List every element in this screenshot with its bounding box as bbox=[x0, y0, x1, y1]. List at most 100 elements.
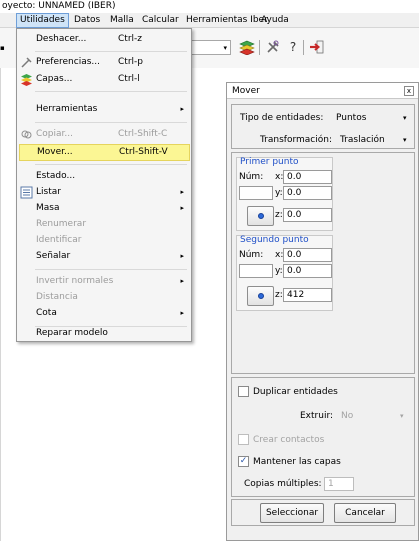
menu-utilidades[interactable]: Utilidades bbox=[16, 13, 69, 28]
submenu-arrow-icon: ▸ bbox=[180, 188, 184, 196]
menu-calcular[interactable]: Calcular bbox=[139, 13, 182, 28]
menu-item-shortcut: Ctrl-Shift-V bbox=[119, 147, 168, 157]
help-icon[interactable]: ? bbox=[285, 39, 301, 55]
list-icon bbox=[20, 186, 33, 199]
toolbar-separator bbox=[303, 40, 304, 55]
menu-ayuda[interactable]: Ayuda bbox=[258, 13, 292, 28]
menu-item-senalar[interactable]: Señalar ▸ bbox=[18, 248, 190, 265]
menu-item-listar[interactable]: Listar ▸ bbox=[18, 184, 190, 201]
menu-item-label: Mover... bbox=[37, 147, 73, 157]
menu-item-shortcut: Ctrl-Shift-C bbox=[118, 129, 168, 139]
menu-item-label: Herramientas bbox=[36, 104, 98, 114]
menu-item-label: Reparar modelo bbox=[36, 328, 108, 338]
menu-item-masa[interactable]: Masa ▸ bbox=[18, 200, 190, 217]
cancel-button[interactable]: Cancelar bbox=[334, 503, 396, 523]
second-point-title: Segundo punto bbox=[240, 235, 309, 245]
pick-second-point-button[interactable] bbox=[247, 286, 274, 306]
menu-item-label: Copiar... bbox=[36, 129, 73, 139]
point-icon bbox=[258, 213, 264, 219]
menu-separator bbox=[35, 51, 187, 52]
layers-icon bbox=[20, 73, 33, 86]
menu-item-renumerar: Renumerar bbox=[18, 216, 190, 233]
first-point-group: Primer punto Núm: x: 0.0 y: 0.0 z: 0.0 bbox=[236, 157, 333, 231]
second-point-z-input[interactable]: 412 bbox=[283, 288, 332, 302]
menu-item-reparar-modelo[interactable]: Reparar modelo bbox=[18, 325, 190, 342]
num-label: Núm: bbox=[239, 172, 264, 182]
toolbar-separator bbox=[259, 40, 260, 55]
chevron-down-icon[interactable]: ▾ bbox=[403, 114, 407, 122]
menu-item-copiar: Copiar... Ctrl-Shift-C bbox=[18, 126, 190, 143]
panel-title-text: Mover bbox=[232, 86, 260, 96]
menu-item-label: Estado... bbox=[36, 171, 76, 181]
menu-item-label: Renumerar bbox=[36, 219, 87, 229]
chevron-down-icon[interactable]: ▾ bbox=[403, 136, 407, 144]
submenu-arrow-icon: ▸ bbox=[180, 252, 184, 260]
copies-label: Copias múltiples: bbox=[244, 479, 322, 489]
second-point-group: Segundo punto Núm: x: 0.0 y: 0.0 z: 412 bbox=[236, 235, 333, 311]
toolbar-grip-icon: ▪ bbox=[0, 44, 5, 52]
first-point-y-input[interactable]: 0.0 bbox=[283, 186, 332, 200]
menu-item-invertir-normales: Invertir normales ▸ bbox=[18, 273, 190, 290]
mover-panel: Mover x Tipo de entidades: Puntos ▾ Tran… bbox=[226, 82, 419, 541]
point-icon bbox=[258, 293, 264, 299]
menu-item-estado[interactable]: Estado... bbox=[18, 168, 190, 185]
exit-icon[interactable] bbox=[309, 39, 325, 55]
menu-item-label: Capas... bbox=[36, 74, 73, 84]
menu-malla[interactable]: Malla bbox=[107, 13, 137, 28]
menu-item-label: Señalar bbox=[36, 251, 71, 261]
layers-icon[interactable] bbox=[239, 39, 255, 56]
menu-item-identificar: Identificar bbox=[18, 232, 190, 249]
menu-item-label: Listar bbox=[36, 187, 61, 197]
menu-datos[interactable]: Datos bbox=[71, 13, 103, 28]
menu-item-preferencias[interactable]: Preferencias... Ctrl-p bbox=[18, 54, 190, 71]
points-frame: Primer punto Núm: x: 0.0 y: 0.0 z: 0.0 S… bbox=[231, 152, 415, 374]
entity-type-select[interactable]: Puntos bbox=[336, 113, 366, 123]
menu-item-label: Masa bbox=[36, 203, 60, 213]
z-label: z: bbox=[275, 210, 283, 220]
menu-item-capas[interactable]: Capas... Ctrl-l bbox=[18, 71, 190, 88]
tools-icon[interactable] bbox=[265, 39, 281, 55]
first-point-z-input[interactable]: 0.0 bbox=[283, 208, 332, 222]
menu-item-shortcut: Ctrl-p bbox=[118, 57, 143, 67]
y-label: y: bbox=[275, 188, 283, 198]
second-point-y-input[interactable]: 0.0 bbox=[283, 264, 332, 278]
chevron-down-icon: ▾ bbox=[223, 44, 227, 52]
keep-layers-label: Mantener las capas bbox=[253, 457, 341, 467]
menu-item-label: Distancia bbox=[36, 292, 78, 302]
create-contacts-label: Crear contactos bbox=[253, 435, 325, 445]
submenu-arrow-icon: ▸ bbox=[180, 309, 184, 317]
preferences-icon bbox=[20, 56, 33, 69]
copy-icon bbox=[20, 128, 33, 141]
pick-first-point-button[interactable] bbox=[247, 206, 274, 226]
keep-layers-checkbox[interactable]: ✓ bbox=[238, 456, 249, 467]
second-point-num-input[interactable] bbox=[239, 264, 273, 278]
duplicate-label: Duplicar entidades bbox=[253, 387, 338, 397]
duplicate-checkbox[interactable] bbox=[238, 386, 249, 397]
close-icon[interactable]: x bbox=[404, 86, 414, 96]
transform-select[interactable]: Traslación bbox=[340, 135, 385, 145]
y-label: y: bbox=[275, 266, 283, 276]
menu-item-mover[interactable]: Mover... Ctrl-Shift-V bbox=[19, 144, 190, 161]
select-button[interactable]: Seleccionar bbox=[260, 503, 324, 523]
menu-item-shortcut: Ctrl-l bbox=[118, 74, 140, 84]
first-point-x-input[interactable]: 0.0 bbox=[283, 170, 332, 184]
z-label: z: bbox=[275, 290, 283, 300]
menu-item-distancia: Distancia bbox=[18, 289, 190, 306]
create-contacts-checkbox bbox=[238, 434, 249, 445]
menu-item-deshacer[interactable]: Deshacer... Ctrl-z bbox=[18, 31, 190, 48]
utilidades-dropdown-menu: Deshacer... Ctrl-z Preferencias... Ctrl-… bbox=[16, 28, 192, 342]
toolbar-combo[interactable]: ▾ bbox=[190, 40, 231, 55]
menu-item-shortcut: Ctrl-z bbox=[118, 34, 142, 44]
menu-item-label: Preferencias... bbox=[36, 57, 100, 67]
extrude-label: Extruir: bbox=[300, 411, 334, 421]
panel-title: Mover bbox=[227, 83, 418, 99]
first-point-num-input[interactable] bbox=[239, 186, 273, 200]
first-point-title: Primer punto bbox=[240, 157, 299, 167]
menu-item-label: Cota bbox=[36, 308, 57, 318]
copies-input: 1 bbox=[324, 477, 354, 491]
menu-item-cota[interactable]: Cota ▸ bbox=[18, 305, 190, 322]
second-point-x-input[interactable]: 0.0 bbox=[283, 248, 332, 262]
menu-item-herramientas[interactable]: Herramientas ▸ bbox=[18, 101, 190, 118]
options-frame: Duplicar entidades Extruir: No ▾ Crear c… bbox=[231, 377, 415, 497]
menu-item-label: Deshacer... bbox=[36, 34, 87, 44]
